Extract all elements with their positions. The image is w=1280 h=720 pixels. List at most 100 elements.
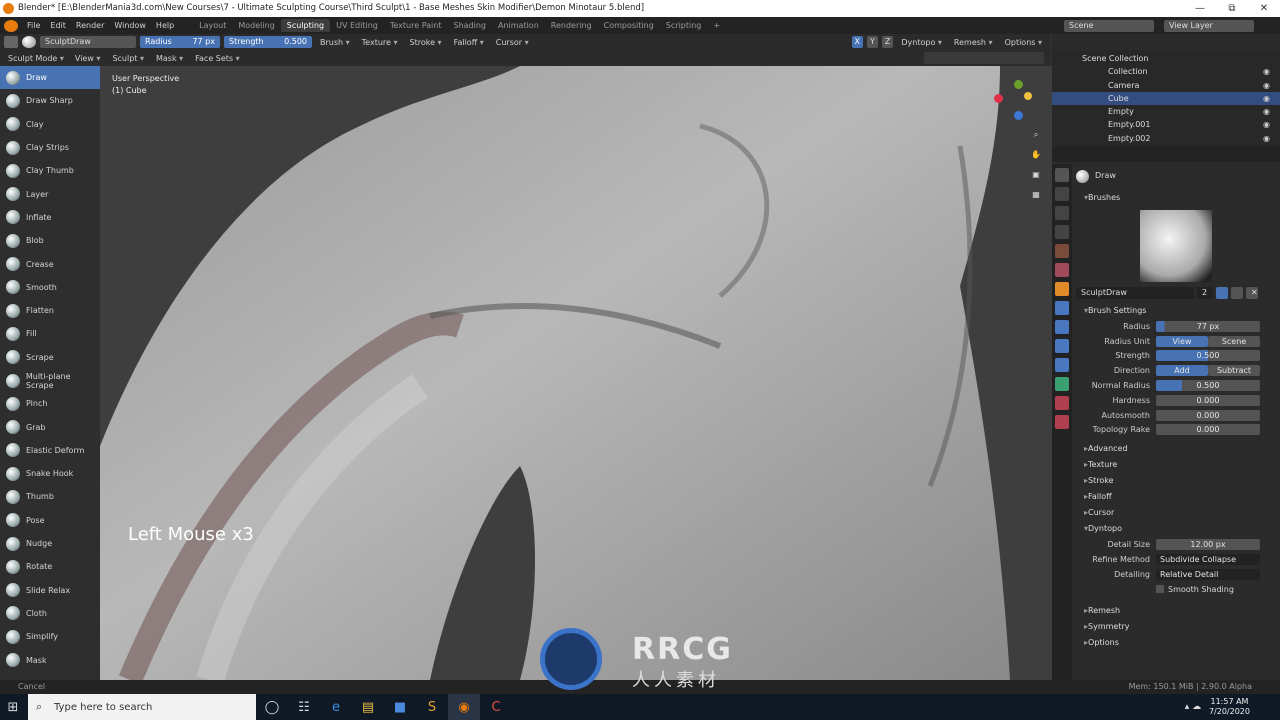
outliner-item-cube[interactable]: Cube ◉	[1052, 91, 1280, 106]
windows-start-icon[interactable]: ⊞	[0, 694, 26, 720]
prop-dropdown[interactable]: Relative Detail	[1156, 568, 1260, 580]
tool-scrape[interactable]: Scrape	[0, 346, 100, 369]
tool-snake-hook[interactable]: Snake Hook	[0, 462, 100, 485]
prop-slider[interactable]: 0.000	[1156, 409, 1260, 421]
menu-help[interactable]: Help	[151, 21, 179, 30]
blender-menu-icon[interactable]	[4, 19, 18, 32]
close-button[interactable]: ✕	[1248, 0, 1280, 17]
tool-fill[interactable]: Fill	[0, 322, 100, 345]
texture-menu[interactable]: Texture	[358, 38, 402, 47]
section-remesh[interactable]: Remesh	[1076, 603, 1276, 619]
workspace-tab-scripting[interactable]: Scripting	[660, 19, 708, 32]
strength-field[interactable]: Strength 0.500	[224, 36, 312, 48]
workspace-tab-animation[interactable]: Animation	[492, 19, 545, 32]
outliner-scene-collection[interactable]: Scene Collection	[1052, 52, 1280, 65]
menu-window[interactable]: Window	[109, 21, 151, 30]
zoom-icon[interactable]: ⌕	[1029, 130, 1043, 144]
particles-tab-icon[interactable]	[1055, 320, 1069, 334]
workspace-tab-modeling[interactable]: Modeling	[232, 19, 280, 32]
constraints-tab-icon[interactable]	[1055, 358, 1069, 372]
outliner-item-empty[interactable]: Empty ◉	[1052, 105, 1280, 118]
section-symmetry[interactable]: Symmetry	[1076, 619, 1276, 635]
prop-slider[interactable]: 0.000	[1156, 394, 1260, 406]
add-workspace-icon[interactable]: +	[707, 19, 726, 32]
brush-preview-icon[interactable]	[22, 36, 36, 48]
workspace-tab-shading[interactable]: Shading	[447, 19, 492, 32]
workspace-tab-layout[interactable]: Layout	[193, 19, 232, 32]
tool-cloth[interactable]: Cloth	[0, 602, 100, 625]
radius-field[interactable]: Radius 77 px	[140, 36, 220, 48]
eye-icon[interactable]: ◉	[1263, 92, 1270, 105]
section-options[interactable]: Options	[1076, 635, 1276, 651]
tool-simplify[interactable]: Simplify	[0, 625, 100, 648]
outliner-item-camera[interactable]: Camera ◉	[1052, 79, 1280, 92]
section-stroke[interactable]: Stroke	[1076, 473, 1276, 489]
minimize-button[interactable]: —	[1184, 0, 1216, 17]
tool-thumb[interactable]: Thumb	[0, 485, 100, 508]
data-tab-icon[interactable]	[1055, 377, 1069, 391]
tool-pinch[interactable]: Pinch	[0, 392, 100, 415]
prop-option-button[interactable]: Scene	[1208, 335, 1260, 347]
task-view-icon[interactable]: ◯	[256, 694, 288, 720]
prop-dropdown[interactable]: Subdivide Collapse	[1156, 554, 1260, 566]
view-layer-tab-icon[interactable]	[1055, 225, 1069, 239]
tool-layer[interactable]: Layer	[0, 182, 100, 205]
unlink-icon[interactable]: ✕	[1246, 286, 1258, 299]
section-advanced[interactable]: Advanced	[1076, 441, 1276, 457]
eye-icon[interactable]: ◉	[1263, 132, 1270, 145]
render-tab-icon[interactable]	[1055, 187, 1069, 201]
tool-clay-strips[interactable]: Clay Strips	[0, 136, 100, 159]
eye-icon[interactable]: ◉	[1263, 118, 1270, 131]
tool-nudge[interactable]: Nudge	[0, 532, 100, 555]
modifier-tab-icon[interactable]	[1055, 301, 1069, 315]
symmetry-z-toggle[interactable]: Z	[881, 36, 894, 48]
3d-viewport[interactable]	[100, 66, 1052, 680]
tool-clay[interactable]: Clay	[0, 113, 100, 136]
tool-icon[interactable]	[4, 36, 18, 48]
menu-render[interactable]: Render	[71, 21, 109, 30]
prop-option-button[interactable]: Subtract	[1208, 365, 1260, 377]
view-layer-selector[interactable]: View Layer	[1164, 19, 1254, 32]
duplicate-icon[interactable]	[1231, 286, 1243, 299]
workspace-tab-rendering[interactable]: Rendering	[545, 19, 598, 32]
prop-slider[interactable]: 0.500	[1156, 380, 1260, 392]
sublime-icon[interactable]: S	[416, 694, 448, 720]
brush-settings-section[interactable]: Brush Settings	[1076, 303, 1276, 319]
prop-field[interactable]: 12.00 px	[1156, 539, 1260, 551]
section-texture[interactable]: Texture	[1076, 457, 1276, 473]
tool-elastic-deform[interactable]: Elastic Deform	[0, 439, 100, 462]
world-tab-icon[interactable]	[1055, 263, 1069, 277]
pan-hand-icon[interactable]: ✋	[1029, 150, 1043, 164]
tool-crease[interactable]: Crease	[0, 252, 100, 275]
tool-mask[interactable]: Mask	[0, 648, 100, 671]
face-sets-menu[interactable]: Face Sets	[190, 54, 245, 63]
blender-taskbar-icon[interactable]: ◉	[448, 694, 480, 720]
eye-icon[interactable]: ◉	[1263, 79, 1270, 92]
physics-tab-icon[interactable]	[1055, 339, 1069, 353]
taskbar-search[interactable]: ⌕ Type here to search	[28, 694, 256, 720]
prop-slider[interactable]: 0.500	[1156, 350, 1260, 362]
tray-icons[interactable]: ▴ ☁	[1177, 694, 1209, 720]
outliner-item-collection[interactable]: Collection ◉	[1052, 65, 1280, 78]
workspace-tab-compositing[interactable]: Compositing	[598, 19, 660, 32]
scene-selector[interactable]: Scene	[1064, 19, 1154, 32]
workspace-tab-uv-editing[interactable]: UV Editing	[330, 19, 384, 32]
mask-menu[interactable]: Mask	[151, 54, 188, 63]
file-explorer-icon[interactable]: ▤	[352, 694, 384, 720]
prop-option-button[interactable]: View	[1156, 335, 1208, 347]
symmetry-y-toggle[interactable]: Y	[867, 36, 878, 48]
brush-users-count[interactable]: 2	[1197, 286, 1213, 299]
tool-flatten[interactable]: Flatten	[0, 299, 100, 322]
camera-view-icon[interactable]: ▣	[1029, 170, 1043, 184]
tool-inflate[interactable]: Inflate	[0, 206, 100, 229]
outliner-item-empty-001[interactable]: Empty.001 ◉	[1052, 118, 1280, 131]
tool-pose[interactable]: Pose	[0, 509, 100, 532]
tool-slide-relax[interactable]: Slide Relax	[0, 579, 100, 602]
fake-user-icon[interactable]	[1216, 286, 1228, 299]
eye-icon[interactable]: ◉	[1263, 105, 1270, 118]
tool-multi-plane-scrape[interactable]: Multi-plane Scrape	[0, 369, 100, 392]
workspace-tab-texture-paint[interactable]: Texture Paint	[384, 19, 448, 32]
brush-menu[interactable]: Brush	[316, 38, 354, 47]
brush-name-field[interactable]: SculptDraw	[40, 36, 136, 48]
dyntopo-section[interactable]: Dyntopo	[1076, 521, 1276, 537]
